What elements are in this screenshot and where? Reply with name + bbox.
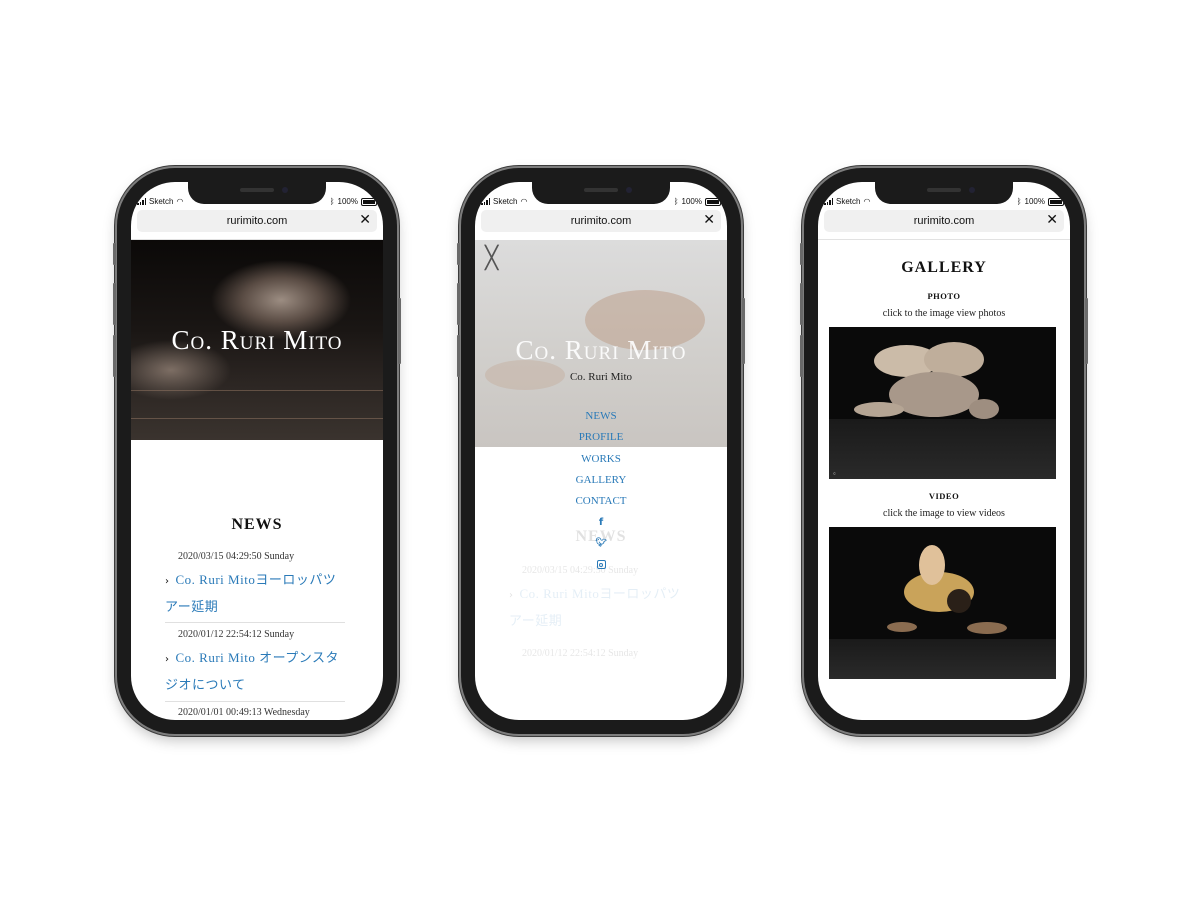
url-text: rurimito.com [226,215,288,227]
news-title: Co. Ruri Mitoヨーロッパツアー延期 [509,586,681,628]
battery-label: 100% [1024,197,1045,206]
close-icon[interactable]: ✕ [359,212,371,228]
menu-item-profile[interactable]: PROFILE [475,427,727,448]
photo-credit: © [833,471,836,476]
video-caption: click the image to view videos [883,508,1005,519]
close-menu-icon[interactable]: ╳ [485,248,498,270]
news-date: 2020/01/12 22:54:12 Sunday [522,648,639,659]
photo-label: PHOTO [927,291,961,301]
mute-switch [457,243,460,265]
power-button [398,298,401,364]
news-title: Co. Ruri Mitoヨーロッパツアー延期 [165,572,337,614]
url-text: rurimito.com [570,215,632,227]
close-icon[interactable]: ✕ [1046,212,1058,228]
screen: Sketch ◠ ᛒ 100% rurimito.com ✕ GALLERY P… [818,182,1070,720]
hero-title: Co. Ruri Mito [171,325,343,355]
power-button [1085,298,1088,364]
mute-switch [113,243,116,265]
menu-item-contact[interactable]: CONTACT [475,491,727,512]
news-date: 2020/01/01 00:49:13 Wednesday [178,707,310,718]
address-bar[interactable]: rurimito.com ✕ [824,210,1064,232]
news-item: 2020/01/12 22:54:12 Sunday [509,648,691,659]
volume-up-button [457,283,460,325]
photo-thumbnail[interactable]: © [829,327,1056,479]
volume-up-button [800,283,803,325]
news-link[interactable]: › Co. Ruri Mito オープンスタジオについて [165,645,347,697]
chevron-right-icon: › [165,654,170,665]
wifi-icon: ◠ [520,197,528,206]
instagram-icon[interactable] [475,554,727,575]
news-title: Co. Ruri Mito オープンスタジオについて [165,650,340,692]
phone-menu: Sketch ◠ ᛒ 100% rurimito.com ✕ Co. Ruri … [457,168,745,734]
facebook-icon[interactable]: f [475,512,727,533]
divider [818,239,1070,240]
bluetooth-icon: ᛒ [329,197,335,206]
volume-down-button [113,335,116,377]
signal-icon [824,198,833,205]
signal-icon [137,198,146,205]
wifi-icon: ◠ [176,197,184,206]
bluetooth-icon: ᛒ [673,197,679,206]
address-bar[interactable]: rurimito.com ✕ [137,210,377,232]
phone-home: Sketch ◠ ᛒ 100% rurimito.com ✕ Co. Ruri … [113,168,401,734]
twitter-icon[interactable]: 🐦︎ [475,533,727,554]
phone-gallery: Sketch ◠ ᛒ 100% rurimito.com ✕ GALLERY P… [800,168,1088,734]
wifi-icon: ◠ [863,197,871,206]
url-text: rurimito.com [913,215,975,227]
notch [532,182,670,204]
volume-up-button [113,283,116,325]
photo-caption: click to the image view photos [882,308,1006,319]
news-date: 2020/03/15 04:29:50 Sunday [178,551,295,562]
news-item[interactable]: 2020/01/01 00:49:13 Wednesday [165,707,347,718]
volume-down-button [800,335,803,377]
menu-subtitle: Co. Ruri Mito [569,371,633,383]
volume-down-button [457,335,460,377]
nav-menu: NEWS PROFILE WORKS GALLERY CONTACT f 🐦︎ [475,406,727,575]
video-label: VIDEO [928,491,960,501]
battery-icon [361,197,377,206]
hero-image: Co. Ruri Mito [131,240,383,440]
gallery-heading: GALLERY [901,259,987,276]
divider [165,701,345,702]
signal-icon [481,198,490,205]
menu-item-news[interactable]: NEWS [475,406,727,427]
news-heading: NEWS [231,516,283,533]
notch [188,182,326,204]
bluetooth-icon: ᛒ [1016,197,1022,206]
power-button [742,298,745,364]
hero-title: Co. Ruri Mito [515,335,687,365]
news-link[interactable]: › Co. Ruri Mitoヨーロッパツアー延期 [165,567,347,619]
divider [165,622,345,623]
menu-item-works[interactable]: WORKS [475,449,727,470]
news-item[interactable]: 2020/03/15 04:29:50 Sunday › Co. Ruri Mit… [165,551,347,619]
screen: Sketch ◠ ᛒ 100% rurimito.com ✕ Co. Ruri … [131,182,383,720]
carrier-label: Sketch [836,197,861,206]
close-icon[interactable]: ✕ [703,212,715,228]
menu-item-gallery[interactable]: GALLERY [475,470,727,491]
battery-icon [705,197,721,206]
screen: Sketch ◠ ᛒ 100% rurimito.com ✕ Co. Ruri … [475,182,727,720]
address-bar[interactable]: rurimito.com ✕ [481,210,721,232]
carrier-label: Sketch [149,197,174,206]
carrier-label: Sketch [493,197,518,206]
chevron-right-icon: › [509,590,514,601]
battery-label: 100% [681,197,702,206]
news-item[interactable]: 2020/01/12 22:54:12 Sunday › Co. Ruri Mit… [165,629,347,697]
notch [875,182,1013,204]
battery-icon [1048,197,1064,206]
video-thumbnail[interactable] [829,527,1056,679]
news-link: › Co. Ruri Mitoヨーロッパツアー延期 [509,581,691,633]
mute-switch [800,243,803,265]
battery-label: 100% [337,197,358,206]
chevron-right-icon: › [165,576,170,587]
news-date: 2020/01/12 22:54:12 Sunday [178,629,295,640]
